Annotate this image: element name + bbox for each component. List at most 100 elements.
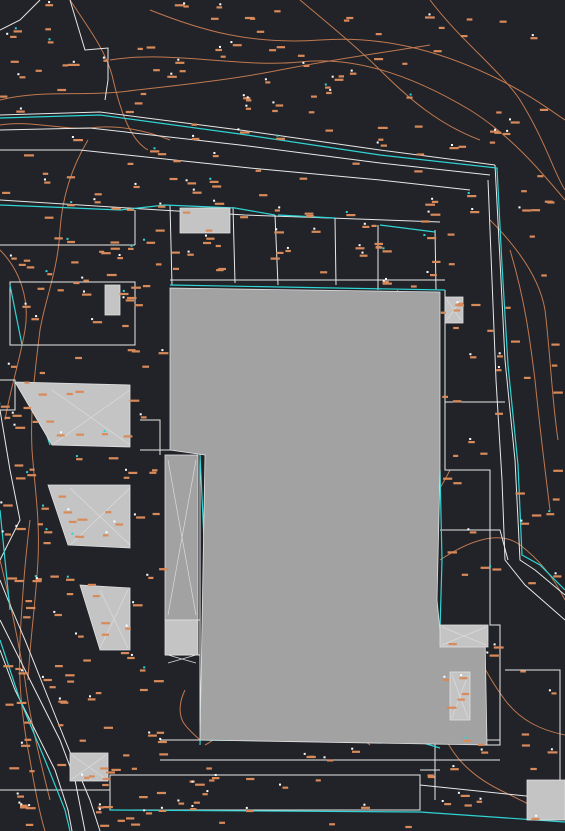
elevation-label-mark (103, 59, 109, 62)
elevation-label-mark (183, 5, 189, 8)
elevation-label-mark (159, 568, 169, 571)
elevation-label-mark (490, 130, 499, 133)
elevation-label-mark (453, 482, 462, 485)
elevation-label-mark (446, 706, 457, 709)
elevation-label-mark (496, 369, 502, 372)
elevation-label-mark (140, 92, 147, 96)
elevation-label-mark (531, 209, 541, 212)
elevation-label-mark (192, 191, 202, 194)
elevation-label-mark (212, 185, 222, 188)
survey-point-marker (130, 653, 133, 656)
survey-point-marker (7, 362, 10, 365)
contour-line (489, 219, 559, 441)
elevation-label-mark (43, 542, 51, 545)
elevation-label-mark (476, 800, 483, 803)
elevation-label-mark (285, 249, 291, 253)
elevation-label-mark (216, 6, 223, 9)
elevation-label-mark (106, 771, 115, 774)
elevation-label-mark (531, 514, 542, 517)
elevation-label-mark (270, 257, 280, 260)
survey-point-marker (18, 801, 21, 804)
elevation-label-mark (55, 665, 63, 668)
elevation-label-mark (430, 213, 441, 216)
survey-point-marker (278, 206, 281, 209)
survey-point-marker (28, 804, 31, 807)
survey-canvas[interactable] (0, 0, 565, 831)
elevation-label-mark (553, 391, 563, 394)
elevation-label-mark (117, 257, 123, 260)
elevation-label-mark (47, 41, 54, 44)
elevation-label-mark (115, 523, 124, 526)
survey-point-marker (161, 349, 164, 352)
elevation-label-mark (362, 225, 370, 228)
elevation-label-mark (480, 452, 488, 455)
elevation-label-mark (431, 200, 439, 203)
contour-line (0, 559, 51, 801)
survey-point-marker (423, 234, 426, 236)
elevation-label-mark (123, 435, 133, 438)
elevation-label-mark (133, 185, 140, 189)
boundary-line (0, 149, 471, 191)
elevation-label-mark (126, 208, 135, 211)
survey-point-marker (550, 748, 553, 751)
elevation-label-mark (156, 791, 166, 795)
elevation-label-mark (427, 237, 437, 240)
elevation-label-mark (355, 247, 365, 250)
elevation-label-mark (378, 138, 384, 141)
elevation-label-mark (402, 62, 408, 65)
survey-point-marker (71, 136, 74, 138)
survey-point-marker (185, 179, 188, 182)
cad-survey-drawing[interactable] (0, 0, 565, 831)
elevation-label-mark (18, 263, 26, 266)
elevation-label-mark (142, 285, 151, 288)
elevation-label-mark (492, 568, 502, 571)
elevation-label-mark (94, 201, 101, 204)
elevation-label-mark (440, 311, 446, 314)
elevation-label-mark (145, 812, 153, 815)
elevation-label-mark (24, 721, 33, 724)
boundary-line (440, 529, 509, 561)
elevation-label-mark (155, 229, 165, 232)
utility-line (439, 469, 443, 631)
elevation-label-mark (457, 698, 465, 701)
elevation-label-mark (553, 575, 562, 578)
survey-point-marker (20, 741, 23, 744)
elevation-label-mark (489, 141, 496, 144)
survey-point-marker (246, 96, 249, 99)
survey-point-marker (469, 353, 472, 356)
survey-point-marker (443, 675, 446, 678)
elevation-label-mark (139, 669, 146, 672)
survey-point-marker (48, 38, 51, 41)
elevation-label-mark (72, 63, 80, 66)
survey-point-marker (361, 251, 364, 254)
survey-point-marker (214, 774, 217, 776)
survey-point-marker (471, 208, 474, 210)
elevation-label-mark (187, 253, 194, 256)
elevation-label-mark (159, 753, 169, 756)
elevation-label-mark (489, 654, 499, 657)
elevation-label-mark (432, 260, 441, 263)
elevation-label-mark (325, 86, 331, 89)
elevation-label-mark (10, 60, 19, 63)
elevation-label-mark (274, 209, 280, 212)
elevation-label-mark (78, 635, 84, 638)
utility-line (109, 809, 565, 823)
elevation-label-mark (26, 606, 36, 610)
survey-point-marker (148, 731, 151, 734)
survey-point-marker (489, 565, 492, 568)
elevation-label-mark (325, 129, 333, 132)
elevation-label-mark (209, 779, 215, 782)
elevation-label-mark (211, 777, 220, 780)
survey-point-marker (70, 201, 73, 204)
elevation-label-mark (96, 811, 102, 814)
elevation-label-mark (125, 299, 134, 302)
elevation-label-mark (448, 263, 455, 266)
elevation-label-mark (361, 806, 370, 809)
boundary-line (505, 669, 561, 780)
survey-point-marker (72, 60, 75, 63)
survey-point-marker (245, 104, 248, 107)
storage-block (164, 619, 199, 656)
survey-point-marker (34, 575, 37, 578)
survey-point-marker (24, 302, 27, 305)
contour-line (0, 123, 171, 141)
